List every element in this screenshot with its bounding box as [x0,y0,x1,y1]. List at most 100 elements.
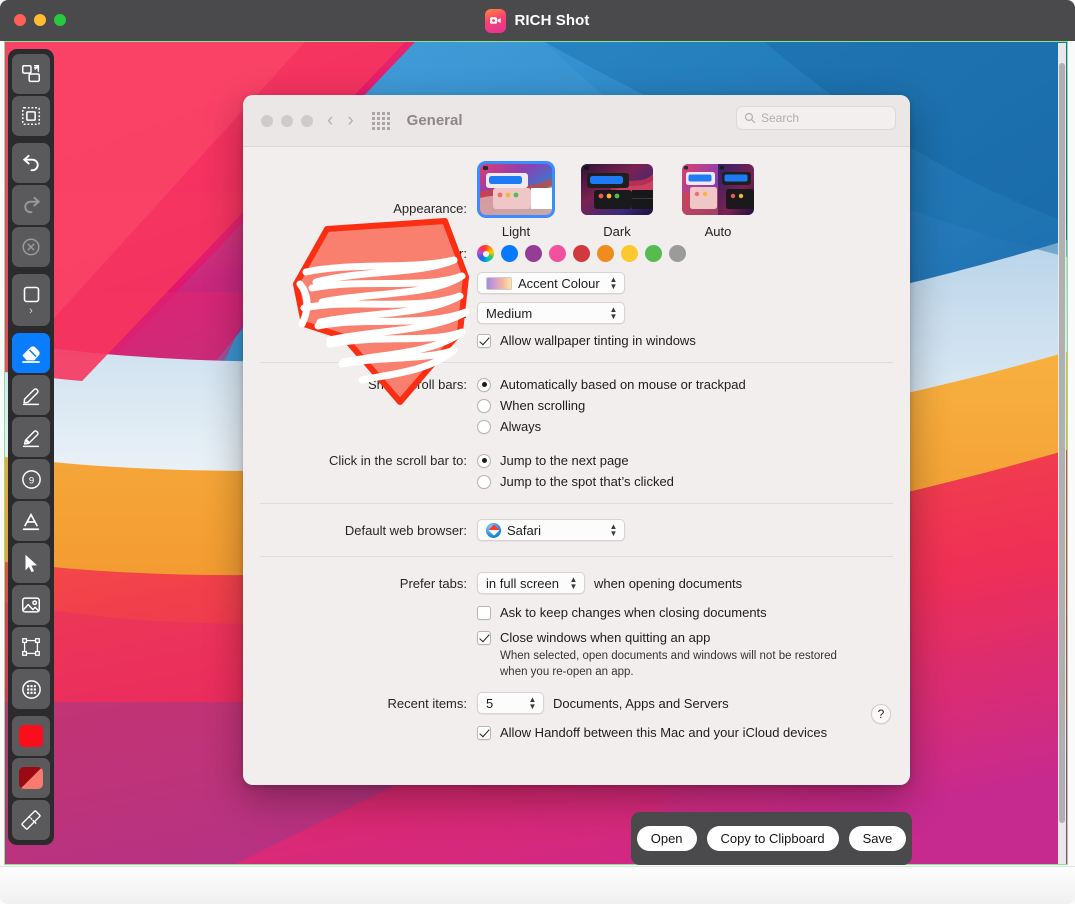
accent-swatch-graphite[interactable] [669,245,686,262]
undo-icon[interactable] [12,143,50,183]
search-placeholder: Search [761,111,800,125]
accent-swatch-purple[interactable] [525,245,542,262]
scroll-bars-option-when-scrolling[interactable]: When scrolling [477,398,746,413]
back-chevron-icon[interactable]: ‹ [327,111,333,130]
chevron-right-icon[interactable]: › [29,305,33,317]
transform-box-icon[interactable] [12,627,50,667]
prefer-tabs-select[interactable]: in full screen ▲ ▼ [477,572,585,594]
radio-jump-to-spot[interactable] [477,474,491,489]
chevron-updown-icon: ▲ ▼ [569,575,578,591]
text-a-icon[interactable] [12,501,50,541]
scroll-click-option-next-page-label: Jump to the next page [500,453,629,468]
accent-swatch-orange[interactable] [597,245,614,262]
gradient-chip-icon [486,276,512,290]
scroll-click-option-next-page[interactable]: Jump to the next page [477,453,674,468]
close-windows-hint-line1: When selected, open documents and window… [500,650,837,662]
save-button[interactable]: Save [848,826,907,851]
canvas-scrollbar-thumb[interactable] [1059,63,1065,823]
pixelate-icon[interactable] [12,669,50,709]
radio-jump-next-page[interactable] [477,453,491,468]
prefs-close-button[interactable] [261,114,273,127]
sidebar-icon-size-select[interactable]: Medium ▲ ▼ [477,302,625,324]
chevron-updown-icon: ▲ ▼ [609,522,618,538]
close-windows-checkbox-row[interactable]: Close windows when quitting an app [477,630,837,645]
recent-items-select[interactable]: 5 ▲ ▼ [477,692,544,715]
sidebar-icon-size-label: Sidebar icon size: [364,305,467,321]
accent-swatch-blue[interactable] [501,245,518,262]
radio-scroll-auto[interactable] [477,377,491,392]
appearance-thumb-frame-auto [679,161,757,218]
window-titlebar: RICH Shot [0,0,1075,41]
scroll-bars-option-always[interactable]: Always [477,419,746,434]
search-input[interactable]: Search [736,106,896,130]
system-preferences-window[interactable]: ‹ › General Search Appearance: Light Dar… [243,95,910,785]
accent-swatch-red[interactable] [573,245,590,262]
handoff-checkbox[interactable] [477,725,491,740]
fill-colour-swatch[interactable] [19,725,43,747]
appearance-option-dark[interactable]: Dark [578,161,656,239]
window-title-group: RICH Shot [0,0,1075,41]
page-title: General [406,112,463,129]
prefs-minimize-button[interactable] [281,114,293,127]
accent-colour-label: Accent colour: [384,246,467,261]
accent-swatch-multicolour[interactable] [477,245,494,262]
scroll-bar-click-label: Click in the scroll bar to: [329,453,467,468]
appearance-option-light[interactable]: Light [477,161,555,239]
canvas-scrollbar[interactable] [1058,43,1066,864]
square-shape-icon[interactable]: › [12,274,50,326]
marquee-select-icon[interactable] [12,96,50,136]
show-all-grid-icon[interactable] [371,111,390,130]
crop-swap-icon[interactable] [12,54,50,94]
radio-scroll-always[interactable] [477,419,491,434]
appearance-option-auto[interactable]: Auto [679,161,757,239]
pointer-arrow-icon[interactable] [12,543,50,583]
split-swatch-icon[interactable] [12,758,50,798]
accent-swatch-pink[interactable] [549,245,566,262]
appearance-thumb-frame-dark [578,161,656,218]
prefs-zoom-button[interactable] [301,114,313,127]
safari-icon [486,522,501,538]
close-windows-label: Close windows when quitting an app [500,630,711,645]
image-icon[interactable] [12,585,50,625]
wallpaper-tinting-checkbox-row[interactable]: Allow wallpaper tinting in windows [477,333,696,348]
highlight-colour-select[interactable]: Accent Colour ▲ ▼ [477,272,625,294]
default-browser-select[interactable]: Safari ▲ ▼ [477,519,625,541]
highlighter-icon[interactable] [12,417,50,457]
ask-keep-changes-checkbox[interactable] [477,605,491,620]
appearance-label-light: Light [501,224,531,239]
eraser-icon[interactable] [12,333,50,373]
radio-scroll-when-scrolling[interactable] [477,398,491,413]
prefs-toolbar: ‹ › General Search [243,95,910,147]
camera-icon [485,8,507,33]
window-bottom-strip [0,866,1075,904]
scroll-click-option-spot[interactable]: Jump to the spot that’s clicked [477,474,674,489]
default-browser-row: Default web browser: Safari ▲ ▼ [243,504,910,556]
app-window: RICH Shot ‹ › General Search Appearance:… [0,0,1075,904]
copy-to-clipboard-button[interactable]: Copy to Clipboard [706,826,839,851]
forward-chevron-icon[interactable]: › [347,111,353,130]
appearance-label-dark: Dark [603,224,631,239]
chevron-updown-icon: ▲ ▼ [609,305,618,321]
pencil-icon[interactable] [12,375,50,415]
recent-items-label: Recent items: [387,695,467,711]
scroll-bars-option-always-label: Always [500,419,542,434]
app-title: RICH Shot [514,12,590,29]
clear-circle-icon [12,227,50,267]
handoff-checkbox-row[interactable]: Allow Handoff between this Mac and your … [477,725,827,740]
scroll-bars-option-auto[interactable]: Automatically based on mouse or trackpad [477,377,746,392]
help-button[interactable]: ? [871,704,891,725]
close-windows-checkbox[interactable] [477,630,491,645]
counter-nine-icon[interactable]: 9 [12,459,50,499]
highlight-colour-label: Highlight colour: [373,275,467,291]
appearance-thumbnail-dark [581,164,653,215]
accent-swatch-yellow[interactable] [621,245,638,262]
open-button[interactable]: Open [636,826,697,851]
redo-icon [12,185,50,225]
ruler-icon[interactable] [12,800,50,840]
colour-swatch-icon[interactable] [12,716,50,756]
accent-swatch-green[interactable] [645,245,662,262]
wallpaper-tinting-checkbox[interactable] [477,333,491,348]
stroke-colour-swatch[interactable] [19,767,43,789]
ask-keep-changes-checkbox-row[interactable]: Ask to keep changes when closing documen… [477,605,767,620]
prefer-tabs-suffix: when opening documents [594,575,743,591]
